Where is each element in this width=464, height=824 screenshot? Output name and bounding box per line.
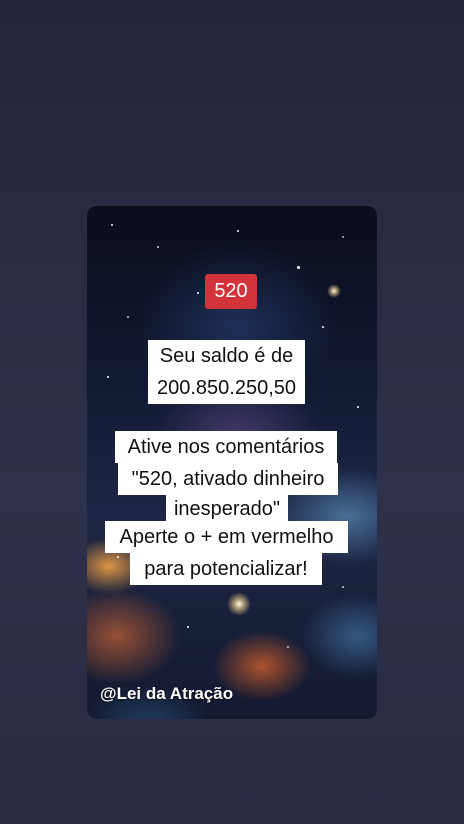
bright-star: [227, 592, 251, 616]
star: [342, 586, 344, 588]
star: [111, 224, 113, 226]
star: [322, 326, 324, 328]
star: [127, 316, 129, 318]
star: [197, 292, 199, 294]
caption-line: 200.850.250,50: [148, 372, 305, 404]
star: [287, 646, 289, 648]
star: [342, 236, 344, 238]
star: [237, 230, 239, 232]
caption-line: para potencializar!: [130, 553, 322, 585]
caption-line: "520, ativado dinheiro: [118, 463, 338, 495]
star: [157, 246, 159, 248]
star: [117, 556, 119, 558]
star: [187, 626, 189, 628]
star: [357, 406, 359, 408]
caption-line: Seu saldo é de: [148, 340, 305, 372]
caption-line: Aperte o + em vermelho: [105, 521, 348, 553]
count-badge: 520: [205, 274, 257, 309]
star: [297, 266, 300, 269]
caption-line: Ative nos comentários: [115, 431, 337, 463]
bright-star: [327, 284, 341, 298]
watermark-label: @Lei da Atração: [100, 684, 234, 703]
star: [107, 376, 109, 378]
